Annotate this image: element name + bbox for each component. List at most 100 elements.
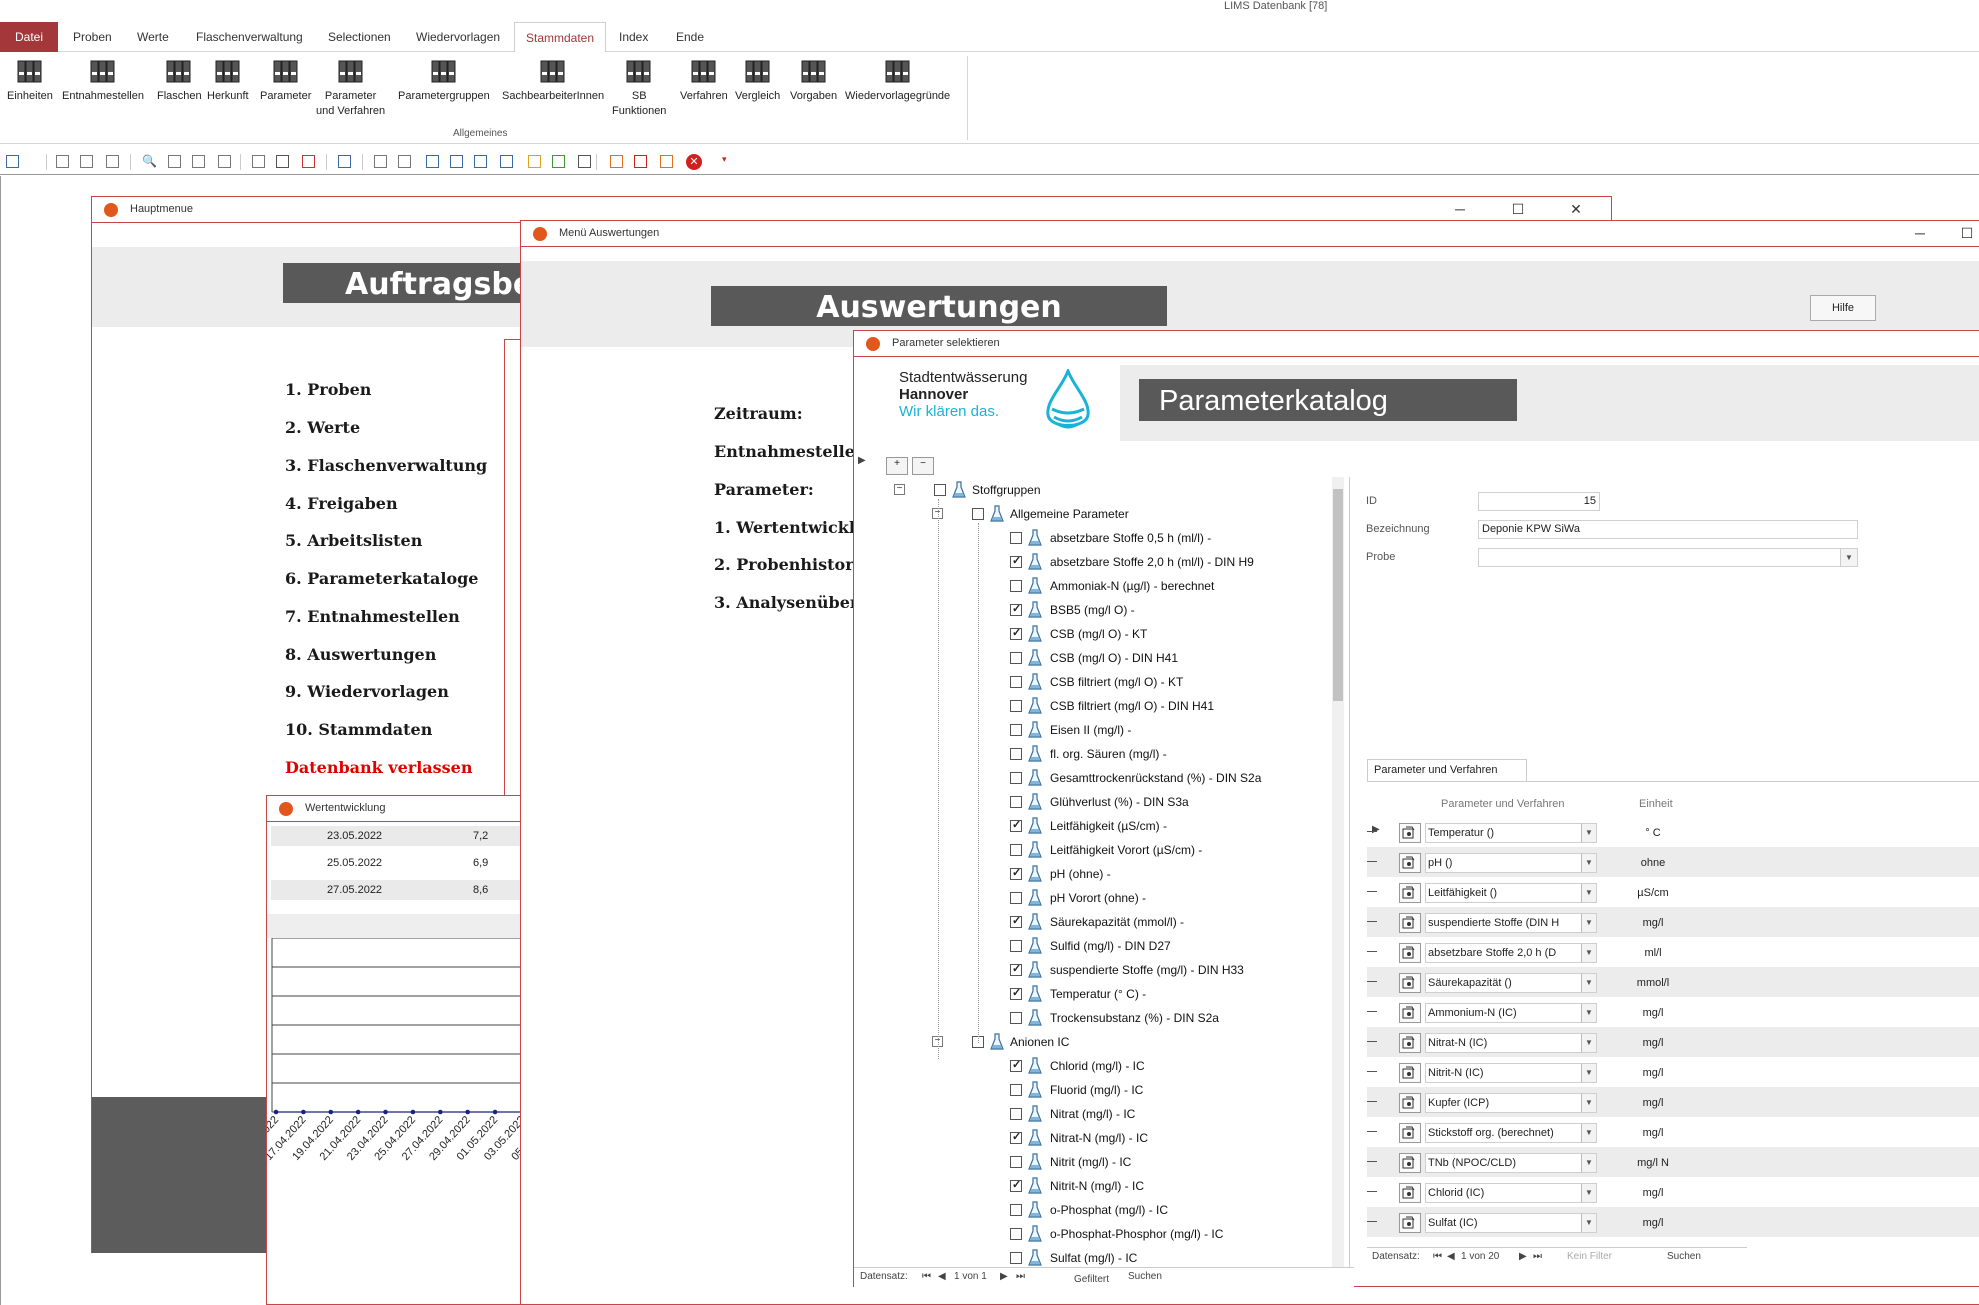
menu-item[interactable]: 5. Arbeitslisten [285,531,422,550]
parameter-combo[interactable]: suspendierte Stoffe (DIN H [1425,913,1595,933]
form-icon[interactable] [398,155,411,168]
tree-item[interactable]: pH Vorort (ohne) - [854,889,1330,908]
tree-item[interactable]: Leitfähigkeit (µS/cm) - [854,817,1330,836]
chevron-down-icon[interactable]: ▼ [1581,1003,1597,1023]
bezeichnung-field[interactable]: Deponie KPW SiWa [1478,520,1858,539]
checkbox[interactable] [1010,580,1022,592]
chevron-down-icon[interactable]: ▼ [1581,1063,1597,1083]
filter-icon[interactable] [252,155,265,168]
menu-item[interactable]: 8. Auswertungen [285,645,436,664]
checkbox[interactable] [1010,1204,1022,1216]
ribbon-button-verfahren[interactable]: Verfahren [680,58,728,104]
clear-sort-icon[interactable] [218,155,231,168]
tree-item[interactable]: Nitrit (mg/l) - IC [854,1153,1330,1172]
next-record-icon[interactable]: ▶ [1519,1251,1527,1262]
chart-icon[interactable] [528,155,541,168]
tree-item[interactable]: CSB (mg/l O) - DIN H41 [854,649,1330,668]
tree-item[interactable]: Eisen II (mg/l) - [854,721,1330,740]
tree-item[interactable]: BSB5 (mg/l O) - [854,601,1330,620]
parameter-titlebar[interactable]: Parameter selektieren [854,331,1979,357]
checkbox[interactable] [1010,866,1022,880]
search-box[interactable]: Suchen [1128,1271,1162,1282]
collapse-all-button[interactable]: − [912,457,934,475]
parameter-combo[interactable]: Nitrat-N (IC) [1425,1033,1595,1053]
chevron-down-icon[interactable]: ▼ [1581,823,1597,843]
tree-item[interactable]: fl. org. Säuren (mg/l) - [854,745,1330,764]
ribbon-button-vergleich[interactable]: Vergleich [735,58,780,104]
checkbox[interactable] [1010,1130,1022,1144]
edit-row-button[interactable] [1399,1063,1421,1083]
tab-wiedervorlagen[interactable]: Wiedervorlagen [405,22,511,52]
table-row[interactable]: Nitrat-N (IC) ▼ mg/l [1367,1027,1979,1057]
checkbox[interactable] [1010,554,1022,568]
ribbon-button-flaschen[interactable]: Flaschen [157,58,202,104]
table-row[interactable]: Säurekapazität () ▼ mmol/l [1367,967,1979,997]
tree-item[interactable]: Nitrit-N (mg/l) - IC [854,1177,1330,1196]
menu-item[interactable]: 1. Proben [285,380,371,399]
last-record-icon[interactable]: ⏭ [1533,1251,1542,1262]
chevron-down-icon[interactable]: ▼ [1581,853,1597,873]
ribbon-button-entnahmestellen[interactable]: Entnahmestellen [62,58,144,104]
properties-icon[interactable] [610,155,623,168]
filter-remove-icon[interactable] [302,155,315,168]
tree-item[interactable]: absetzbare Stoffe 2,0 h (ml/l) - DIN H9 [854,553,1330,572]
tab-parameter-verfahren[interactable]: Parameter und Verfahren [1367,759,1527,781]
close-icon[interactable]: ✕ [1566,201,1586,218]
checkbox[interactable] [1010,1156,1022,1168]
tree-group[interactable]: − Allgemeine Parameter [854,505,1330,524]
copy-icon[interactable] [80,155,93,168]
tab-stammdaten[interactable]: Stammdaten [514,22,607,53]
menu-item[interactable]: 4. Freigaben [285,494,398,513]
edit-row-button[interactable] [1399,1183,1421,1203]
parameter-combo[interactable]: Kupfer (ICP) [1425,1093,1595,1113]
scrollbar-thumb[interactable] [1333,489,1343,701]
ribbon-button-parameter[interactable]: Parameter [260,58,311,104]
exit-link[interactable]: Datenbank verlassen [285,758,472,777]
tree-item[interactable]: Sulfid (mg/l) - DIN D27 [854,937,1330,956]
tree-group[interactable]: − Anionen IC [854,1033,1330,1052]
menu-item[interactable]: 10. Stammdaten [285,720,432,739]
menu-item[interactable]: 7. Entnahmestellen [285,607,460,626]
parameter-combo[interactable]: Säurekapazität () [1425,973,1595,993]
edit-row-button[interactable] [1399,1153,1421,1173]
parameter-combo[interactable]: absetzbare Stoffe 2,0 h (D [1425,943,1595,963]
search-box[interactable]: Suchen [1667,1251,1701,1262]
tree-scrollbar[interactable] [1332,477,1344,1267]
edit-row-button[interactable] [1399,1003,1421,1023]
checkbox[interactable] [1010,1178,1022,1192]
edit-row-button[interactable] [1399,823,1421,843]
filter-apply-icon[interactable] [276,155,289,168]
edit-row-button[interactable] [1399,1123,1421,1143]
refresh-icon[interactable] [338,155,351,168]
prev-record-icon[interactable]: ◀ [938,1271,946,1282]
auswertungen-titlebar[interactable]: Menü Auswertungen ─ ☐ [521,221,1979,247]
chevron-down-icon[interactable]: ▼ [1581,943,1597,963]
tree-root[interactable]: − Stoffgruppen [854,481,1330,500]
minimize-icon[interactable]: ─ [1910,225,1930,241]
menu-overflow-icon[interactable]: ▾ [722,154,738,170]
tree-item[interactable]: Sulfat (mg/l) - IC [854,1249,1330,1267]
parameter-combo[interactable]: Chlorid (IC) [1425,1183,1595,1203]
checkbox[interactable] [1010,1108,1022,1120]
record-selector-icon[interactable]: ▶ [858,455,868,466]
edit-row-button[interactable] [1399,943,1421,963]
checkbox[interactable] [1010,1252,1022,1264]
checkbox[interactable] [1010,892,1022,904]
tree-item[interactable]: CSB (mg/l O) - KT [854,625,1330,644]
export-icon[interactable] [552,155,565,168]
edit-row-button[interactable] [1399,1093,1421,1113]
checkbox[interactable] [1010,962,1022,976]
checkbox[interactable] [1010,818,1022,832]
view-icon[interactable] [6,155,19,168]
flag-icon[interactable] [634,155,647,168]
table-row[interactable]: Stickstoff org. (berechnet) ▼ mg/l [1367,1117,1979,1147]
table-row[interactable]: Temperatur () ▼ ° C [1367,817,1979,847]
checkbox[interactable] [1010,626,1022,640]
tree-item[interactable]: Nitrat-N (mg/l) - IC [854,1129,1330,1148]
table-row[interactable]: pH () ▼ ohne [1367,847,1979,877]
checkbox[interactable] [1010,700,1022,712]
checkbox[interactable] [1010,914,1022,928]
expand-all-button[interactable]: + [886,457,908,475]
table-row[interactable]: TNb (NPOC/CLD) ▼ mg/l N [1367,1147,1979,1177]
ribbon-button-einheiten[interactable]: Einheiten [7,58,53,104]
